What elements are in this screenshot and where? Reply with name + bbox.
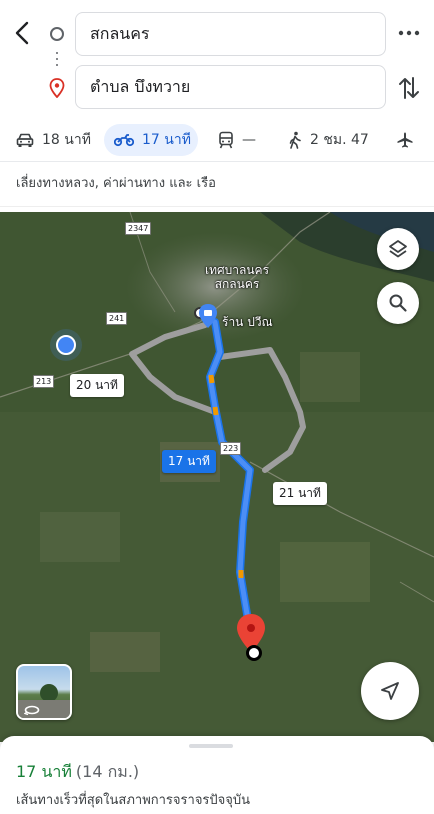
road-shield-2347: 2347: [125, 222, 152, 235]
town-label-line1: เทศบาลนคร: [205, 263, 270, 277]
motorcycle-time: 17 นาที: [142, 132, 191, 148]
route-label-alt-2[interactable]: 21 นาที: [273, 482, 327, 505]
mode-flight[interactable]: [396, 124, 422, 156]
swap-icon[interactable]: [396, 74, 422, 102]
route-options-note[interactable]: เลี่ยงทางหลวง, ค่าผ่านทาง และ เรือ: [16, 172, 216, 193]
divider: [0, 206, 434, 207]
route-duration: 17 นาที (14 กม.): [16, 760, 139, 785]
shop-label[interactable]: ร้าน ปวีณ: [222, 313, 273, 332]
travel-mode-bar: 18 นาที 17 นาที — 2 ชม. 47: [0, 118, 434, 162]
destination-input[interactable]: ตำบล บึงทวาย: [75, 65, 386, 109]
route-distance: (14 กม.): [75, 762, 140, 781]
train-icon: [219, 131, 233, 149]
origin-text: สกลนคร: [90, 23, 150, 43]
drag-handle[interactable]: [189, 744, 233, 748]
layers-icon: [389, 240, 407, 258]
map-view[interactable]: เทศบาลนคร สกลนคร ร้าน ปวีณ 2347 241 213 2…: [0, 212, 434, 742]
walk-time: 2 ชม. 47: [310, 132, 369, 148]
route-duration-time: 17 นาที: [16, 762, 72, 781]
navigation-arrow-icon: [381, 682, 399, 700]
back-arrow-icon[interactable]: [8, 16, 38, 50]
destination-pin-icon: [49, 78, 65, 98]
route-dots-icon: [56, 52, 58, 68]
mode-motorcycle[interactable]: 17 นาที: [104, 124, 198, 156]
road-shield-213: 213: [33, 375, 55, 388]
transit-time: —: [242, 132, 256, 148]
search-along-route-button[interactable]: [377, 282, 419, 324]
route-summary-sheet[interactable]: 17 นาที (14 กม.) เส้นทางเร็วที่สุดในสภาพก…: [0, 736, 434, 814]
motorcycle-icon: [114, 134, 134, 147]
mode-car[interactable]: 18 นาที: [16, 124, 91, 156]
satellite-map-image: [0, 212, 434, 742]
airplane-icon: [397, 132, 413, 148]
search-icon: [389, 294, 407, 312]
route-description: เส้นทางเร็วที่สุดในสภาพการจราจรปัจจุบัน: [16, 793, 251, 808]
directions-screen: สกลนคร ตำบล บึงทวาย 18 นาที 17 นาที — 2 …: [0, 0, 434, 814]
town-label: เทศบาลนคร สกลนคร: [205, 263, 269, 291]
road-shield-241: 241: [106, 312, 128, 325]
layers-button[interactable]: [377, 228, 419, 270]
more-options-icon[interactable]: [396, 22, 422, 44]
mode-transit[interactable]: —: [218, 124, 256, 156]
car-icon: [16, 133, 34, 147]
origin-input[interactable]: สกลนคร: [75, 12, 386, 56]
route-label-alt-1[interactable]: 20 นาที: [70, 374, 124, 397]
destination-text: ตำบล บึงทวาย: [90, 76, 191, 96]
current-location-dot: [56, 335, 76, 355]
route-label-selected[interactable]: 17 นาที: [162, 450, 216, 473]
360-rotate-icon: [24, 705, 40, 715]
road-shield-223: 223: [220, 442, 242, 455]
walk-icon: [289, 131, 301, 149]
street-view-thumbnail[interactable]: [16, 664, 72, 720]
directions-header: สกลนคร ตำบล บึงทวาย: [0, 0, 434, 118]
town-label-line2: สกลนคร: [214, 277, 260, 291]
recenter-button[interactable]: [361, 662, 419, 720]
car-time: 18 นาที: [42, 132, 91, 148]
origin-circle-icon: [50, 27, 64, 41]
mode-walk[interactable]: 2 ชม. 47: [288, 124, 369, 156]
